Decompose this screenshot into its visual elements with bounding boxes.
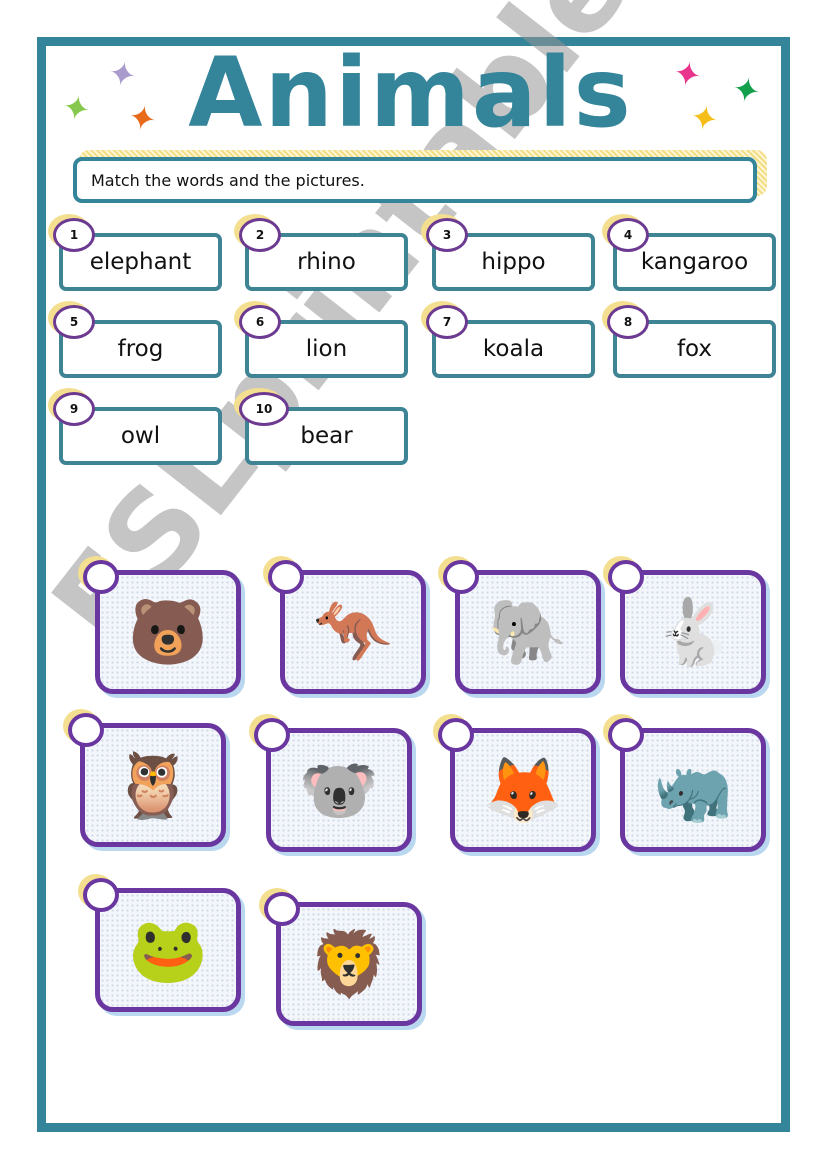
answer-circle[interactable] (438, 718, 474, 752)
word-number-badge: 3 (426, 218, 468, 252)
picture-card-koala: 🐨 (266, 728, 412, 852)
word-number-badge: 7 (426, 305, 468, 339)
picture-card-rhino: 🦏 (620, 728, 766, 852)
rabbit-picture-icon: 🐇 (653, 596, 733, 670)
answer-circle[interactable] (608, 560, 644, 594)
word-number-badge: 10 (239, 392, 289, 426)
instruction-box: Match the words and the pictures. (73, 157, 757, 203)
answer-circle[interactable] (83, 878, 119, 912)
koala-picture-icon: 🐨 (299, 754, 379, 828)
word-number-badge: 5 (53, 305, 95, 339)
picture-card-lion: 🦁 (276, 902, 422, 1026)
picture-card-fox: 🦊 (450, 728, 596, 852)
word-number-badge: 9 (53, 392, 95, 426)
elephant-picture-icon: 🐘 (488, 596, 568, 670)
picture-card-bear: 🐻 (95, 570, 241, 694)
answer-circle[interactable] (268, 560, 304, 594)
word-number-badge: 6 (239, 305, 281, 339)
word-number-badge: 2 (239, 218, 281, 252)
picture-card-elephant: 🐘 (455, 570, 601, 694)
answer-circle[interactable] (608, 718, 644, 752)
owl-picture-icon: 🦉 (113, 749, 193, 823)
picture-card-frog: 🐸 (95, 888, 241, 1012)
answer-circle[interactable] (443, 560, 479, 594)
picture-card-kangaroo: 🦘 (280, 570, 426, 694)
bear-picture-icon: 🐻 (128, 596, 208, 670)
worksheet-title: Animals (188, 37, 633, 149)
word-number-badge: 4 (607, 218, 649, 252)
fox-picture-icon: 🦊 (483, 754, 563, 828)
answer-circle[interactable] (254, 718, 290, 752)
word-number-badge: 1 (53, 218, 95, 252)
lion-picture-icon: 🦁 (309, 928, 389, 1002)
answer-circle[interactable] (264, 892, 300, 926)
frog-picture-icon: 🐸 (128, 914, 208, 988)
picture-card-owl: 🦉 (80, 723, 226, 847)
answer-circle[interactable] (83, 560, 119, 594)
picture-card-rabbit: 🐇 (620, 570, 766, 694)
word-number-badge: 8 (607, 305, 649, 339)
kangaroo-picture-icon: 🦘 (313, 596, 393, 670)
answer-circle[interactable] (68, 713, 104, 747)
rhino-picture-icon: 🦏 (653, 754, 733, 828)
